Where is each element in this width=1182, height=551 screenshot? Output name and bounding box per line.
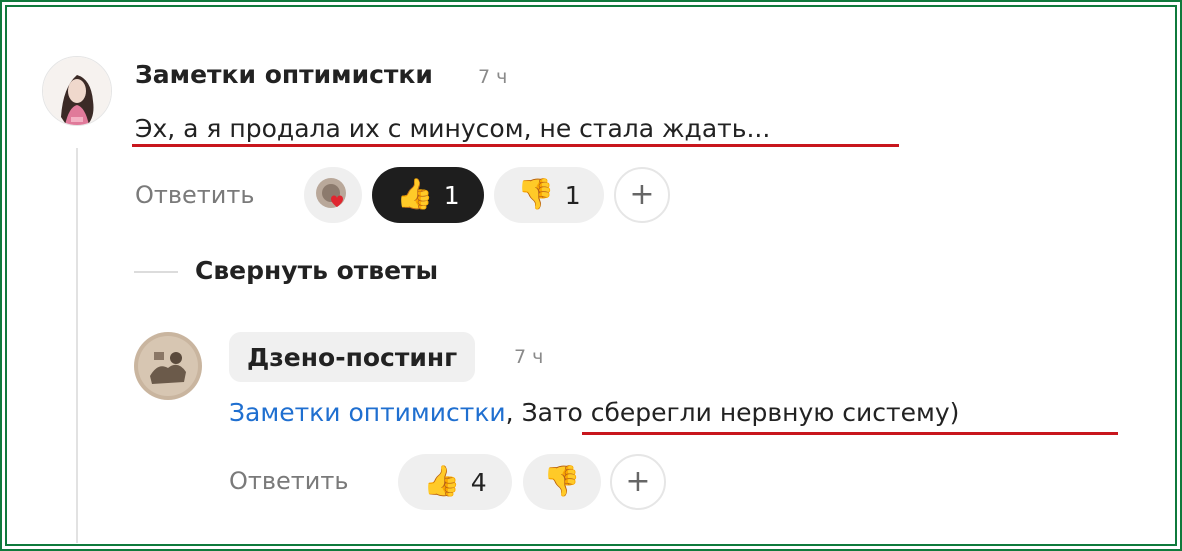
dislike-reaction-button[interactable]: 👎 <box>523 454 601 510</box>
plus-icon: + <box>625 464 651 499</box>
thumbs-up-icon: 👍 <box>423 464 461 499</box>
heart-reaction-icon <box>316 178 346 208</box>
like-count: 1 <box>443 180 460 210</box>
dislike-count: 1 <box>564 180 581 210</box>
reply-button[interactable]: Ответить <box>229 467 348 495</box>
thumbs-up-icon: 👍 <box>396 177 434 212</box>
like-reaction-button[interactable]: 👍 1 <box>372 167 484 223</box>
dislike-reaction-button[interactable]: 👎 1 <box>494 167 604 223</box>
avatar-dzeno-posting[interactable] <box>134 332 202 400</box>
reply-text: Зато сберегли нервную систему) <box>513 398 960 427</box>
collapse-divider <box>134 271 178 273</box>
reply-text-line: Заметки оптимистки, Зато сберегли нервну… <box>229 398 959 427</box>
like-count: 4 <box>470 467 487 497</box>
thread-line <box>76 148 78 543</box>
red-underline-annotation <box>582 432 1118 435</box>
plus-icon: + <box>629 177 655 212</box>
reply-button[interactable]: Ответить <box>135 181 254 209</box>
collapse-replies-button[interactable]: Свернуть ответы <box>195 256 438 285</box>
avatar-zametki[interactable] <box>42 56 112 126</box>
reaction-avatar-heart[interactable] <box>304 167 362 223</box>
comment-text: Эх, а я продала их с минусом, не стала ж… <box>135 114 771 143</box>
comment-author[interactable]: Заметки оптимистки <box>135 60 433 89</box>
red-underline-annotation <box>132 144 899 147</box>
reply-author[interactable]: Дзено-постинг <box>229 332 476 382</box>
thumbs-down-icon: 👎 <box>543 464 581 499</box>
mention-separator: , <box>505 398 514 427</box>
comment-time: 7 ч <box>478 66 508 88</box>
like-reaction-button[interactable]: 👍 4 <box>398 454 512 510</box>
reply-time: 7 ч <box>514 346 544 368</box>
add-reaction-button[interactable]: + <box>614 167 670 223</box>
add-reaction-button[interactable]: + <box>610 454 666 510</box>
thumbs-down-icon: 👎 <box>517 177 555 212</box>
mention-link[interactable]: Заметки оптимистки <box>229 398 506 427</box>
